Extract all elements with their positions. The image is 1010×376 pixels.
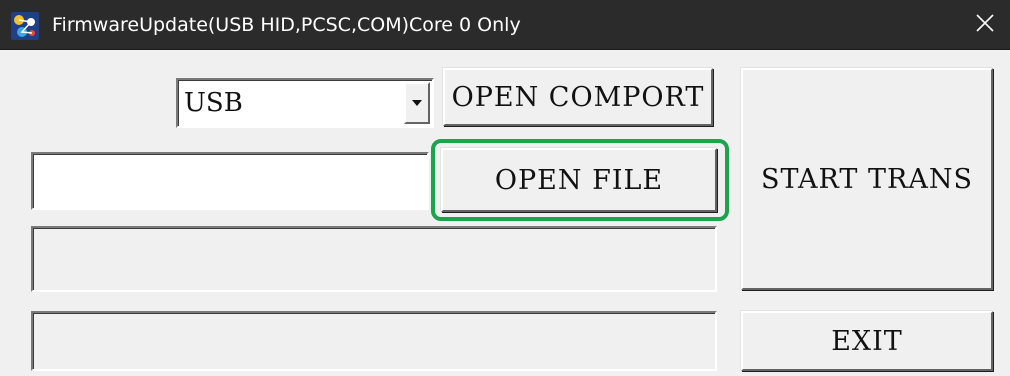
open-file-button[interactable]: OPEN FILE	[441, 148, 717, 212]
close-button[interactable]	[960, 0, 1010, 50]
exit-button[interactable]: EXIT	[741, 311, 993, 371]
status-field-1	[31, 226, 717, 292]
open-comport-button[interactable]: OPEN COMPORT	[443, 68, 713, 126]
file-path-input[interactable]	[33, 154, 427, 208]
status-field-2	[31, 311, 717, 371]
dropdown-arrow-icon	[412, 100, 422, 106]
open-file-label: OPEN FILE	[494, 164, 664, 196]
start-trans-button[interactable]: START TRANS	[741, 68, 993, 290]
port-select[interactable]: USB	[176, 78, 434, 128]
start-trans-label: START TRANS	[761, 163, 973, 195]
close-icon	[975, 13, 995, 38]
port-select-value: USB	[184, 88, 243, 118]
firmware-update-window: FirmwareUpdate(USB HID,PCSC,COM)Core 0 O…	[0, 0, 1010, 376]
file-path-field[interactable]	[31, 152, 429, 210]
title-bar[interactable]: FirmwareUpdate(USB HID,PCSC,COM)Core 0 O…	[0, 0, 1010, 50]
dropdown-arrow-button[interactable]	[404, 82, 430, 124]
app-icon	[10, 11, 40, 41]
window-title: FirmwareUpdate(USB HID,PCSC,COM)Core 0 O…	[52, 14, 521, 36]
exit-label: EXIT	[831, 325, 903, 357]
open-comport-label: OPEN COMPORT	[451, 81, 705, 113]
